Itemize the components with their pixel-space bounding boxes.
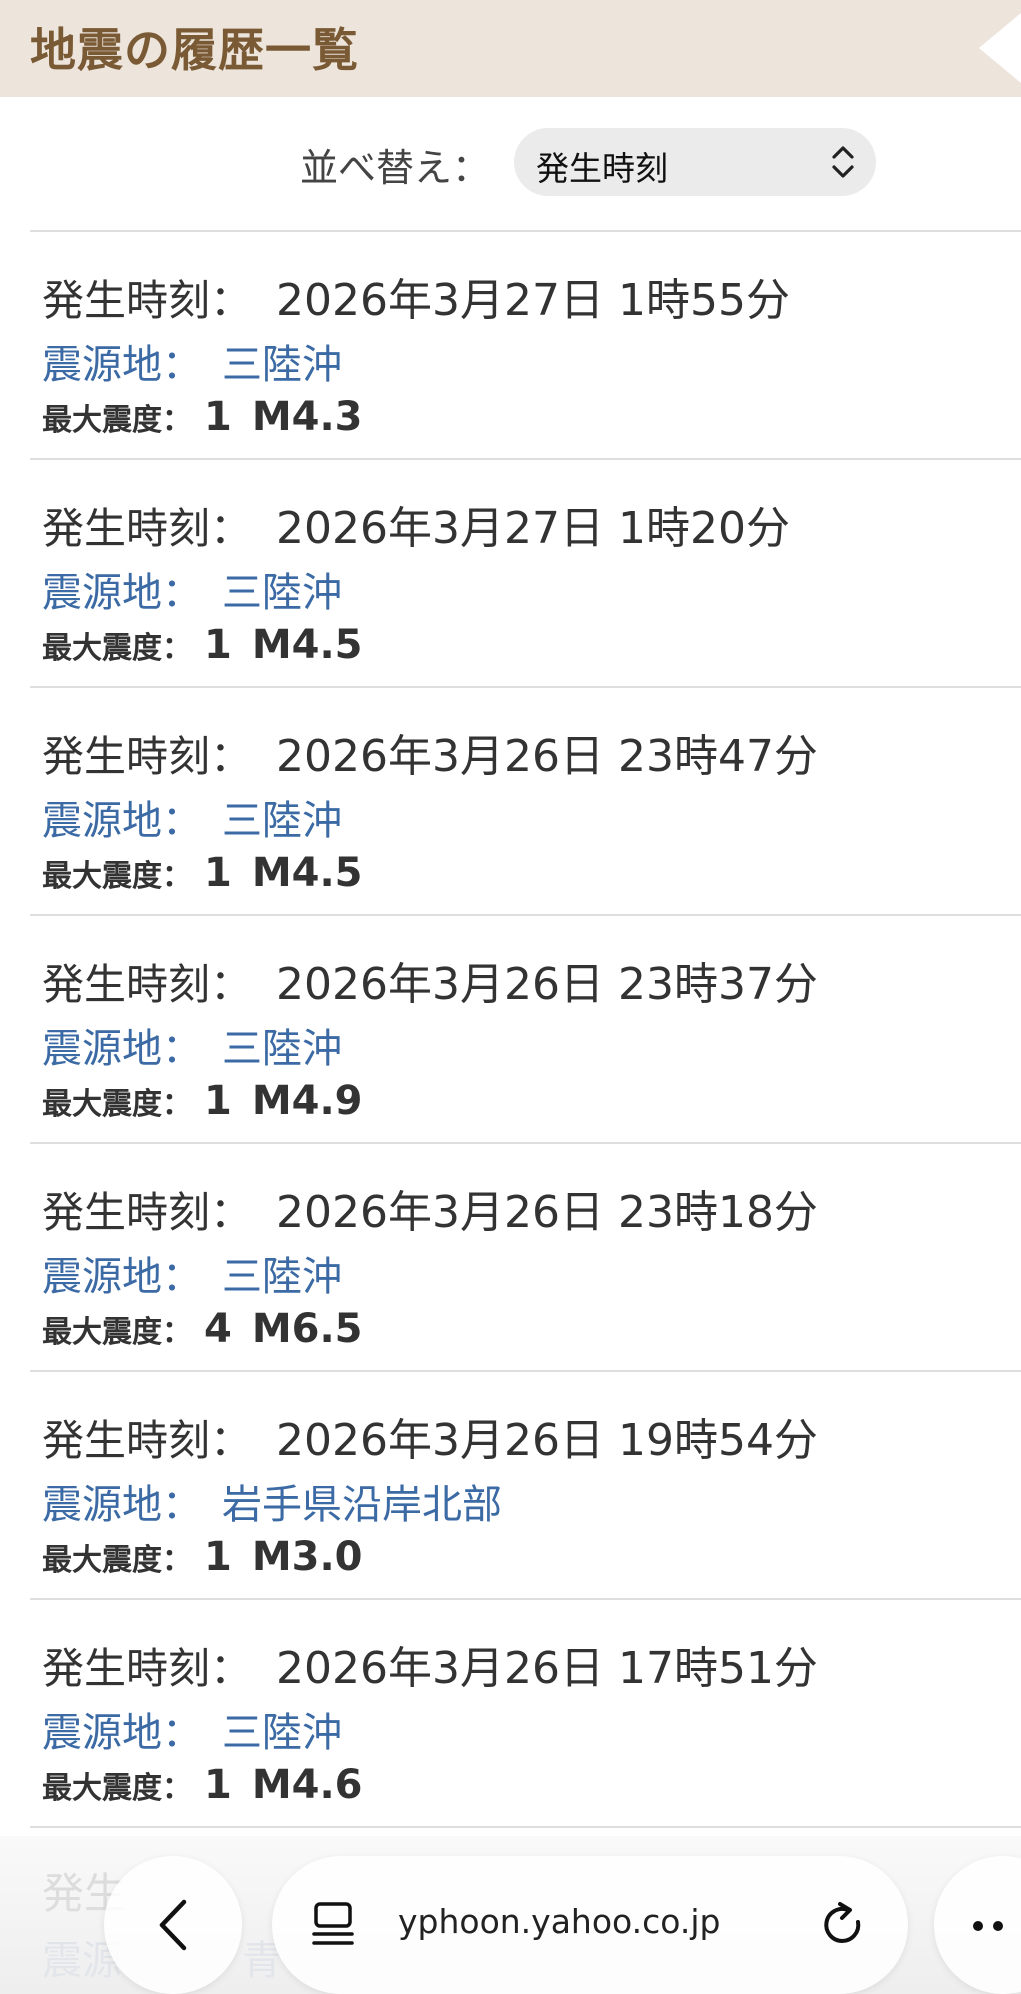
page-title: 地震の履歴一覧 (30, 23, 359, 77)
quake-intensity: 1 (204, 850, 232, 896)
quake-intensity: 1 (204, 622, 232, 668)
quake-intensity: 1 (204, 1762, 232, 1808)
back-button[interactable] (104, 1856, 242, 1994)
quake-item[interactable]: 発生時刻： 2026年3月26日 23時37分 震源地： 三陸沖 最大震度： 1 M4.… (0, 916, 1021, 1144)
quake-intensity: 1 (204, 1534, 232, 1580)
quake-time: 2026年3月27日 1時20分 (276, 503, 790, 554)
quake-intensity-row: 最大震度： 4 M6.5 (42, 1306, 363, 1352)
quake-magnitude: M4.5 (251, 622, 363, 668)
quake-time-row: 発生時刻： 2026年3月26日 17時51分 (42, 1632, 818, 1696)
quake-time-row: 発生時刻： 2026年3月26日 19時54分 (42, 1404, 818, 1468)
quake-magnitude: M3.0 (251, 1534, 363, 1580)
quake-item[interactable]: 発生時刻： 2026年3月27日 1時55分 震源地： 三陸沖 最大震度： 1 M4.3 (0, 232, 1021, 460)
time-label: 発生時刻： (42, 276, 253, 325)
quake-intensity-row: 最大震度： 1 M4.5 (42, 850, 363, 896)
intensity-label: 最大震度： (42, 403, 192, 438)
sort-select[interactable]: 発生時刻 (514, 128, 876, 196)
quake-intensity-row: 最大震度： 1 M4.6 (42, 1762, 363, 1808)
intensity-label: 最大震度： (42, 859, 192, 894)
epicenter-label: 震源地： (42, 1026, 202, 1072)
quake-intensity-row: 最大震度： 1 M4.9 (42, 1078, 363, 1124)
tab-overview-icon[interactable] (310, 1900, 356, 1948)
quake-intensity-row: 最大震度： 1 M3.0 (42, 1534, 363, 1580)
time-label: 発生時刻： (42, 732, 253, 781)
quake-epicenter: 三陸沖 (222, 1026, 342, 1072)
quake-list: 発生時刻： 2026年3月27日 1時55分 震源地： 三陸沖 最大震度： 1 M4.3… (0, 232, 1021, 1994)
time-label: 発生時刻： (42, 1188, 253, 1237)
epicenter-label: 震源地： (42, 570, 202, 616)
quake-time: 2026年3月26日 23時18分 (276, 1187, 818, 1238)
quake-epicenter-row[interactable]: 震源地： 三陸沖 (42, 1700, 342, 1758)
quake-epicenter-row[interactable]: 震源地： 三陸沖 (42, 1016, 342, 1074)
quake-epicenter: 三陸沖 (222, 1254, 342, 1300)
reload-icon[interactable] (818, 1900, 868, 1950)
quake-magnitude: M6.5 (251, 1306, 363, 1352)
quake-epicenter: 三陸沖 (222, 342, 342, 388)
quake-time: 2026年3月26日 19時54分 (276, 1415, 818, 1466)
quake-epicenter: 岩手県沿岸北部 (222, 1482, 502, 1528)
quake-item[interactable]: 発生時刻： 2026年3月26日 17時51分 震源地： 三陸沖 最大震度： 1 M4.… (0, 1600, 1021, 1828)
page: 地震の履歴一覧 並べ替え： 発生時刻 発生時刻： 2026年3月27日 1時55分… (0, 0, 1021, 1994)
url-text[interactable]: yphoon.yahoo.co.jp (398, 1902, 721, 1941)
quake-intensity: 1 (204, 394, 232, 440)
quake-intensity: 1 (204, 1078, 232, 1124)
quake-time-row: 発生時刻： 2026年3月27日 1時55分 (42, 264, 790, 328)
sort-label: 並べ替え： (300, 146, 491, 190)
page-header: 地震の履歴一覧 (0, 0, 1021, 97)
quake-time: 2026年3月26日 17時51分 (276, 1643, 818, 1694)
quake-epicenter: 三陸沖 (222, 1710, 342, 1756)
quake-intensity-row: 最大震度： 1 M4.5 (42, 622, 363, 668)
quake-time: 2026年3月26日 23時47分 (276, 731, 818, 782)
intensity-label: 最大震度： (42, 1771, 192, 1806)
quake-item[interactable]: 発生時刻： 2026年3月27日 1時20分 震源地： 三陸沖 最大震度： 1 M4.5 (0, 460, 1021, 688)
quake-time: 2026年3月27日 1時55分 (276, 275, 790, 326)
epicenter-label: 震源地： (42, 1482, 202, 1528)
time-label: 発生時刻： (42, 960, 253, 1009)
epicenter-label: 震源地： (42, 342, 202, 388)
quake-epicenter-row[interactable]: 震源地： 三陸沖 (42, 560, 342, 618)
sort-select-value: 発生時刻 (536, 149, 668, 188)
quake-intensity: 4 (204, 1306, 232, 1352)
time-label: 発生時刻： (42, 504, 253, 553)
time-label: 発生時刻： (42, 1644, 253, 1693)
collapse-arrow-icon[interactable] (967, 8, 1021, 88)
intensity-label: 最大震度： (42, 1087, 192, 1122)
quake-magnitude: M4.6 (251, 1762, 363, 1808)
epicenter-label: 震源地： (42, 798, 202, 844)
quake-time-row: 発生時刻： 2026年3月26日 23時18分 (42, 1176, 818, 1240)
address-bar[interactable]: yphoon.yahoo.co.jp (272, 1856, 908, 1994)
intensity-label: 最大震度： (42, 1315, 192, 1350)
epicenter-label: 震源地： (42, 1710, 202, 1756)
quake-magnitude: M4.3 (251, 394, 363, 440)
quake-magnitude: M4.5 (251, 850, 363, 896)
quake-time-row: 発生時刻： 2026年3月26日 23時47分 (42, 720, 818, 784)
quake-item[interactable]: 発生時刻： 2026年3月26日 19時54分 震源地： 岩手県沿岸北部 最大震度：… (0, 1372, 1021, 1600)
quake-epicenter: 三陸沖 (222, 798, 342, 844)
quake-time-row: 発生時刻： 2026年3月27日 1時20分 (42, 492, 790, 556)
quake-epicenter-row[interactable]: 震源地： 三陸沖 (42, 1244, 342, 1302)
quake-epicenter-row[interactable]: 震源地： 三陸沖 (42, 332, 342, 390)
quake-time-row: 発生時刻： 2026年3月26日 23時37分 (42, 948, 818, 1012)
intensity-label: 最大震度： (42, 631, 192, 666)
quake-magnitude: M4.9 (251, 1078, 363, 1124)
quake-epicenter-row[interactable]: 震源地： 岩手県沿岸北部 (42, 1472, 502, 1530)
epicenter-label: 震源地： (42, 1254, 202, 1300)
quake-intensity-row: 最大震度： 1 M4.3 (42, 394, 363, 440)
more-icon (973, 1921, 1003, 1931)
quake-item[interactable]: 発生時刻： 2026年3月26日 23時47分 震源地： 三陸沖 最大震度： 1 M4.… (0, 688, 1021, 916)
chevron-up-down-icon (832, 146, 854, 178)
chevron-left-icon (159, 1899, 187, 1951)
quake-time: 2026年3月26日 23時37分 (276, 959, 818, 1010)
quake-item[interactable]: 発生時刻： 2026年3月26日 23時18分 震源地： 三陸沖 最大震度： 4 M6.… (0, 1144, 1021, 1372)
time-label: 発生時刻： (42, 1416, 253, 1465)
intensity-label: 最大震度： (42, 1543, 192, 1578)
quake-epicenter-row[interactable]: 震源地： 三陸沖 (42, 788, 342, 846)
quake-epicenter: 三陸沖 (222, 570, 342, 616)
